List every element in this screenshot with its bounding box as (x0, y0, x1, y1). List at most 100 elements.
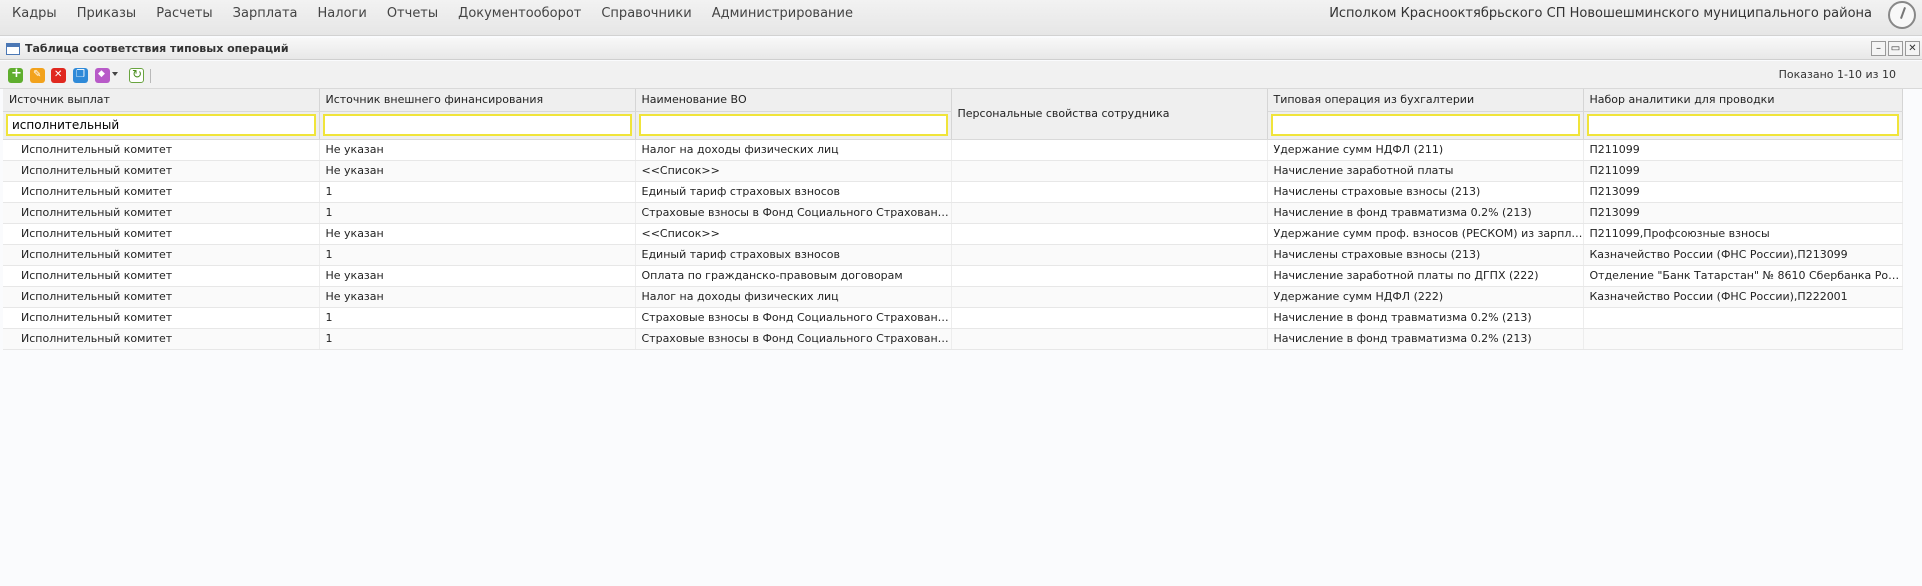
data-grid: Источник выплат Источник внешнего финанс… (3, 89, 1903, 350)
table-row[interactable]: Исполнительный комитет 1 Единый тариф ст… (3, 244, 1903, 266)
cell-vo-name: Налог на доходы физических лиц (635, 139, 952, 161)
edit-icon[interactable] (30, 68, 45, 83)
filter-analytics-input[interactable] (1586, 114, 1899, 136)
table-row[interactable]: Исполнительный комитет Не указан Налог н… (3, 286, 1903, 308)
minimize-button[interactable]: – (1871, 41, 1886, 56)
cell-analytics: П213099 (1583, 181, 1903, 203)
add-icon[interactable] (8, 66, 23, 83)
cell-ext-financing: Не указан (319, 265, 636, 287)
column-header-personal-properties[interactable]: Персональные свойства сотрудника (951, 89, 1268, 140)
cell-ext-financing: 1 (319, 307, 636, 329)
main-menu: Кадры Приказы Расчеты Зарплата Налоги От… (2, 0, 863, 28)
window-controls: – ▭ ✕ (1871, 41, 1920, 56)
cell-personal-properties (951, 328, 1268, 350)
table-row[interactable]: Исполнительный комитет Не указан <<Списо… (3, 223, 1903, 245)
table-row[interactable]: Исполнительный комитет Не указан <<Списо… (3, 160, 1903, 182)
cell-ext-financing: 1 (319, 202, 636, 224)
cell-vo-name: Страховые взносы в Фонд Социального Стра… (635, 307, 952, 329)
column-header-vo-name[interactable]: Наименование ВО (635, 89, 952, 112)
cell-typical-operation: Начисление в фонд травматизма 0.2% (213) (1267, 307, 1584, 329)
cell-ext-financing: Не указан (319, 223, 636, 245)
cell-analytics: П211099,Профсоюзные взносы (1583, 223, 1903, 245)
cell-analytics (1583, 307, 1903, 329)
cell-source: Исполнительный комитет (3, 307, 320, 329)
pagination-info: Показано 1-10 из 10 (1778, 68, 1896, 81)
copy-icon[interactable] (73, 68, 88, 83)
cell-personal-properties (951, 202, 1268, 224)
cell-typical-operation: Удержание сумм проф. взносов (РЕСКОМ) из… (1267, 223, 1584, 245)
filter-vo-name-input[interactable] (638, 114, 948, 136)
toolbar: Показано 1-10 из 10 (0, 61, 1922, 89)
refresh-icon[interactable] (129, 67, 144, 83)
cell-typical-operation: Начисление в фонд травматизма 0.2% (213) (1267, 328, 1584, 350)
table-row[interactable]: Исполнительный комитет Не указан Налог н… (3, 139, 1903, 161)
cell-analytics (1583, 328, 1903, 350)
column-header-source[interactable]: Источник выплат (3, 89, 320, 112)
menu-item-raschety[interactable]: Расчеты (146, 0, 222, 28)
cell-vo-name: Единый тариф страховых взносов (635, 181, 952, 203)
close-button[interactable]: ✕ (1905, 41, 1920, 56)
cell-analytics: Отделение "Банк Татарстан" № 8610 Сберба… (1583, 265, 1903, 287)
cell-typical-operation: Начисление заработной платы по ДГПХ (222… (1267, 265, 1584, 287)
menu-item-spravochniki[interactable]: Справочники (591, 0, 701, 28)
cell-typical-operation: Начислены страховые взносы (213) (1267, 181, 1584, 203)
cell-source: Исполнительный комитет (3, 286, 320, 308)
column-header-analytics[interactable]: Набор аналитики для проводки (1583, 89, 1903, 112)
maximize-button[interactable]: ▭ (1888, 41, 1903, 56)
cell-analytics: Казначейство России (ФНС России),П213099 (1583, 244, 1903, 266)
column-header-ext-financing[interactable]: Источник внешнего финансирования (319, 89, 636, 112)
table-row[interactable]: Исполнительный комитет 1 Единый тариф ст… (3, 181, 1903, 203)
cell-source: Исполнительный комитет (3, 139, 320, 161)
menu-item-prikazy[interactable]: Приказы (67, 0, 146, 28)
delete-icon[interactable] (51, 68, 66, 83)
cell-personal-properties (951, 244, 1268, 266)
cell-typical-operation: Удержание сумм НДФЛ (211) (1267, 139, 1584, 161)
menu-item-administrirovanie[interactable]: Администрирование (702, 0, 863, 28)
chevron-down-icon[interactable] (112, 72, 118, 76)
cell-source: Исполнительный комитет (3, 223, 320, 245)
cell-source: Исполнительный комитет (3, 160, 320, 182)
cell-typical-operation: Удержание сумм НДФЛ (222) (1267, 286, 1584, 308)
cell-ext-financing: Не указан (319, 286, 636, 308)
cell-source: Исполнительный комитет (3, 244, 320, 266)
cell-ext-financing: 1 (319, 328, 636, 350)
table-row[interactable]: Исполнительный комитет 1 Страховые взнос… (3, 202, 1903, 224)
cell-typical-operation: Начисление в фонд травматизма 0.2% (213) (1267, 202, 1584, 224)
menu-item-kadry[interactable]: Кадры (2, 0, 67, 28)
cell-analytics: Казначейство России (ФНС России),П222001 (1583, 286, 1903, 308)
cell-vo-name: Единый тариф страховых взносов (635, 244, 952, 266)
table-row[interactable]: Исполнительный комитет 1 Страховые взнос… (3, 328, 1903, 350)
filter-source-input[interactable] (6, 114, 316, 136)
cell-personal-properties (951, 223, 1268, 245)
filter-cell-analytics (1583, 111, 1903, 140)
cell-ext-financing: Не указан (319, 139, 636, 161)
cell-vo-name: <<Список>> (635, 160, 952, 182)
cell-typical-operation: Начислены страховые взносы (213) (1267, 244, 1584, 266)
cell-vo-name: <<Список>> (635, 223, 952, 245)
filter-ext-financing-input[interactable] (322, 114, 632, 136)
organization-name: Исполком Краснооктябрьского СП Новошешми… (1329, 6, 1872, 21)
table-row[interactable]: Исполнительный комитет 1 Страховые взнос… (3, 307, 1903, 329)
cell-analytics: П211099 (1583, 160, 1903, 182)
cell-personal-properties (951, 307, 1268, 329)
menu-item-dokumentooborot[interactable]: Документооборот (448, 0, 591, 28)
filter-typical-operation-input[interactable] (1270, 114, 1580, 136)
cell-vo-name: Налог на доходы физических лиц (635, 286, 952, 308)
logout-icon[interactable] (1888, 1, 1916, 29)
menu-item-otchety[interactable]: Отчеты (377, 0, 448, 28)
column-header-typical-operation[interactable]: Типовая операция из бухгалтерии (1267, 89, 1584, 112)
actions-icon[interactable] (95, 68, 110, 83)
cell-personal-properties (951, 139, 1268, 161)
cell-ext-financing: 1 (319, 181, 636, 203)
cell-source: Исполнительный комитет (3, 328, 320, 350)
cell-analytics: П213099 (1583, 202, 1903, 224)
menu-item-nalogi[interactable]: Налоги (308, 0, 377, 28)
panel-title: Таблица соответствия типовых операций (25, 42, 289, 55)
cell-analytics: П211099 (1583, 139, 1903, 161)
menu-item-zarplata[interactable]: Зарплата (223, 0, 308, 28)
filter-cell-source (3, 111, 320, 140)
toolbar-separator (150, 69, 151, 83)
table-row[interactable]: Исполнительный комитет Не указан Оплата … (3, 265, 1903, 287)
cell-personal-properties (951, 160, 1268, 182)
cell-typical-operation: Начисление заработной платы (1267, 160, 1584, 182)
